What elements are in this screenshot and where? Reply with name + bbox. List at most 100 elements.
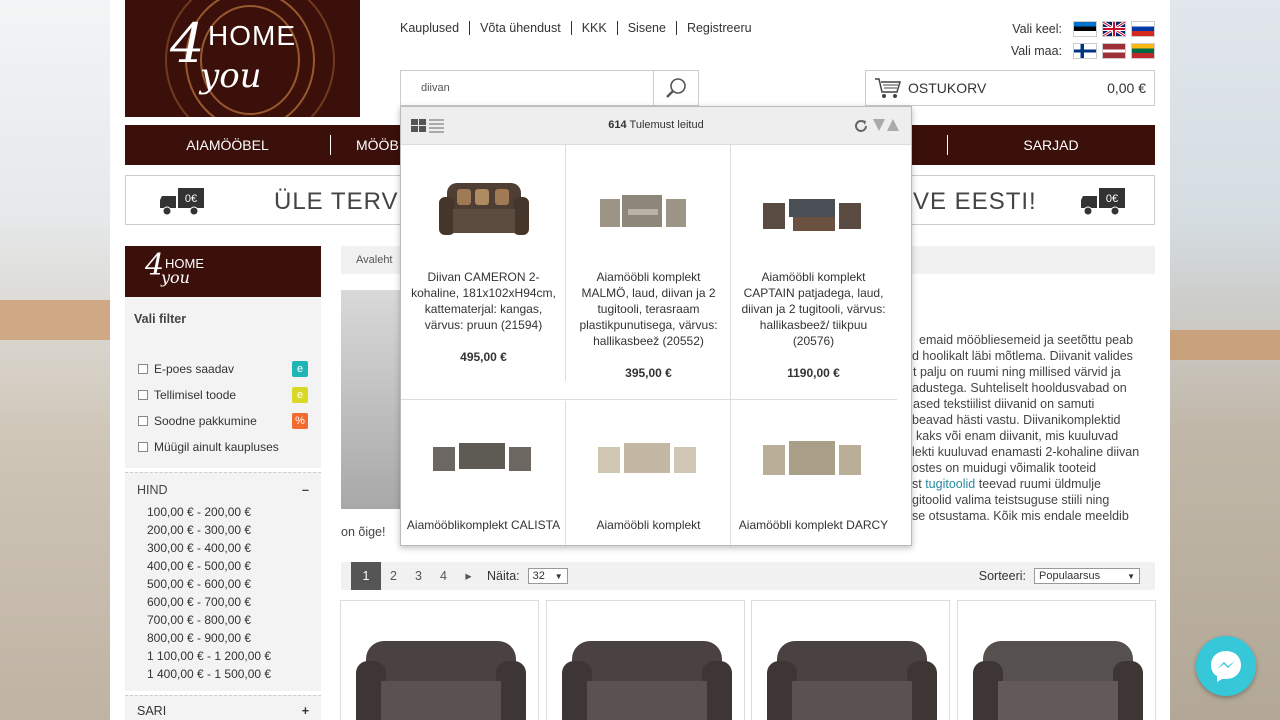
background-table-left [0,300,110,340]
flag-estonia-icon[interactable] [1073,21,1097,37]
order-badge-icon: e [292,387,308,403]
filter-store-only[interactable]: Müügil ainult kaupluses [125,434,321,460]
flag-finland-icon[interactable] [1073,43,1097,59]
price-range-item[interactable]: 500,00 € - 600,00 € [125,575,321,593]
flag-lithuania-icon[interactable] [1131,43,1155,59]
desc-line: ased tekstiilist diivanid on samuti [913,397,1095,411]
search-result-item[interactable]: Aiamööblikomplekt CALISTA [401,401,566,533]
product-card[interactable] [957,600,1156,720]
price-range-item[interactable]: 400,00 € - 500,00 € [125,557,321,575]
search-button[interactable] [653,71,698,105]
filter-eshop-available[interactable]: E-poes saadav e [125,356,321,382]
result-image [401,145,566,255]
logo-home: HOME [208,20,296,51]
result-name: Diivan CAMERON 2-kohaline, 181x102xH94cm… [411,270,556,332]
desc-line: adustega. Suhteliselt hooldusvabad on [912,381,1127,395]
link-login[interactable]: Sisene [618,21,677,35]
page-1[interactable]: 1 [351,562,381,590]
product-card[interactable] [751,600,950,720]
desc-line: emaid mööbliesemeid ja seetõttu peab [919,333,1134,347]
next-page-icon[interactable]: ▸ [456,562,481,590]
background-table-right [1170,330,1280,360]
page-3[interactable]: 3 [406,562,431,590]
results-number: 614 [608,119,627,131]
search-input[interactable] [401,71,651,105]
flag-uk-icon[interactable] [1102,21,1126,37]
sidebar: 4 HOME you Vali filter E-poes saadav e T… [125,246,321,720]
cart-total: 0,00 € [1107,80,1146,96]
checkbox[interactable] [138,364,148,374]
search-result-item[interactable]: Aiamööbli komplekt MALMÖ, laud, diivan j… [566,145,731,381]
flag-russia-icon[interactable] [1131,21,1155,37]
series-filter-header[interactable]: SARI + [125,695,321,720]
search-results-dropdown: 614 Tulemust leitud Diivan CAMERON 2-koh… [400,106,912,546]
nav-item-garden-furniture[interactable]: AIAMÖÖBEL [165,137,290,153]
checkbox[interactable] [138,416,148,426]
sort-label: Sorteeri: [978,569,1026,583]
result-price: 495,00 € [460,350,507,364]
product-card[interactable] [546,600,745,720]
link-register[interactable]: Registreeru [677,21,762,35]
filter-label: Tellimisel toode [154,388,237,402]
cart-button[interactable]: OSTUKORV 0,00 € [865,70,1155,106]
background-left [0,0,110,720]
result-image [566,401,731,511]
filter-discount[interactable]: Soodne pakkumine % [125,408,321,434]
chevron-down-icon: ▼ [554,571,563,581]
price-filter-header[interactable]: HIND – [125,483,321,497]
site-logo[interactable]: 4 HOME you [125,0,360,117]
discount-badge-icon: % [292,413,308,429]
search-result-item[interactable]: Aiamööbli komplekt [566,401,731,533]
product-card[interactable] [340,600,539,720]
messenger-chat-button[interactable] [1196,636,1256,696]
sort-arrows-icon[interactable] [873,119,901,133]
page-2[interactable]: 2 [381,562,406,590]
nav-item-series[interactable]: SARJAD [995,137,1107,153]
breadcrumb-home[interactable]: Avaleht [356,254,393,266]
price-range-item[interactable]: 1 100,00 € - 1 200,00 € [125,647,321,665]
top-links: Kauplused Võta ühendust KKK Sisene Regis… [400,21,762,35]
search-result-item[interactable]: Aiamööbli komplekt CAPTAIN patjadega, la… [731,145,896,381]
checkbox[interactable] [138,390,148,400]
truck-icon: 0€ [1081,188,1125,216]
price-range-item[interactable]: 100,00 € - 200,00 € [125,503,321,521]
result-image [401,401,566,511]
desc-line: se otsustama. Kõik mis endale meeldib [912,509,1129,523]
price-range-item[interactable]: 1 400,00 € - 1 500,00 € [125,665,321,683]
link-faq[interactable]: KKK [572,21,618,35]
price-range-item[interactable]: 600,00 € - 700,00 € [125,593,321,611]
search-results-header: 614 Tulemust leitud [401,107,911,145]
result-image [731,401,896,511]
filter-on-order[interactable]: Tellimisel toode e [125,382,321,408]
truck-label: 0€ [185,193,197,205]
refresh-icon[interactable] [853,118,869,134]
page-4[interactable]: 4 [431,562,456,590]
product-image [562,641,732,720]
search-result-item[interactable]: Diivan CAMERON 2-kohaline, 181x102xH94cm… [401,145,566,365]
cart-icon [875,78,902,98]
chevron-down-icon: ▼ [1127,571,1135,581]
expand-icon[interactable]: + [302,704,309,718]
checkbox[interactable] [138,442,148,452]
result-image [566,145,731,255]
price-range-item[interactable]: 200,00 € - 300,00 € [125,521,321,539]
desc-text: st [912,477,926,491]
collapse-icon[interactable]: – [302,483,309,497]
truck-icon: 0€ [160,188,204,216]
flag-latvia-icon[interactable] [1102,43,1126,59]
eshop-badge-icon: e [292,361,308,377]
price-range-item[interactable]: 700,00 € - 800,00 € [125,611,321,629]
price-range-item[interactable]: 800,00 € - 900,00 € [125,629,321,647]
link-stores[interactable]: Kauplused [400,21,471,35]
sort-select[interactable]: Populaarsus ▼ [1034,568,1140,584]
page-size-value: 32 [532,570,545,582]
page-size-select[interactable]: 32 ▼ [527,568,568,584]
desc-line: ostes on muidugi võimalik tooteid [912,461,1097,475]
result-name: Aiamööbli komplekt CAPTAIN patjadega, la… [741,270,886,348]
price-range-item[interactable]: 300,00 € - 400,00 € [125,539,321,557]
search-result-item[interactable]: Aiamööbli komplekt DARCY [731,401,896,533]
armchairs-link[interactable]: tugitoolid [925,477,975,491]
result-name: Aiamööblikomplekt CALISTA [406,518,561,532]
product-image [767,641,937,720]
link-contact[interactable]: Võta ühendust [470,21,572,35]
